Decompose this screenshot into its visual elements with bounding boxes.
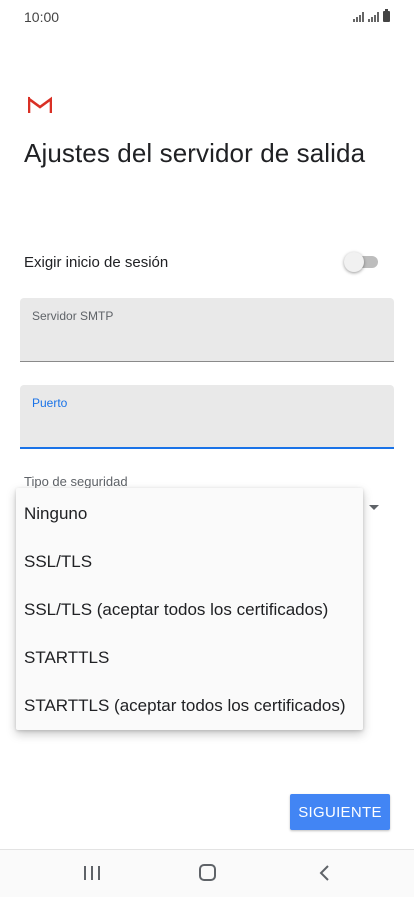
- back-icon[interactable]: [316, 864, 334, 882]
- menu-item-starttls-all-certs[interactable]: STARTTLS (aceptar todos los certificados…: [16, 682, 363, 730]
- toggle-thumb: [344, 252, 364, 272]
- menu-item-ssl-tls-all-certs[interactable]: SSL/TLS (aceptar todos los certificados): [16, 586, 363, 634]
- navigation-bar: [0, 849, 414, 897]
- smtp-server-label: Servidor SMTP: [32, 309, 114, 323]
- battery-icon: [383, 9, 390, 22]
- signal-icon: [353, 12, 364, 22]
- dropdown-arrow-icon[interactable]: [369, 505, 379, 510]
- require-login-label: Exigir inicio de sesión: [24, 254, 169, 271]
- menu-item-ninguno[interactable]: Ninguno: [16, 490, 363, 538]
- port-field[interactable]: Puerto: [20, 385, 394, 449]
- home-icon[interactable]: [199, 864, 216, 881]
- status-time: 10:00: [24, 9, 60, 25]
- page-title: Ajustes del servidor de salida: [24, 138, 366, 168]
- security-type-label: Tipo de seguridad: [24, 474, 128, 489]
- require-login-toggle[interactable]: [344, 252, 380, 272]
- status-bar: 10:00: [0, 0, 414, 34]
- menu-item-ssl-tls[interactable]: SSL/TLS: [16, 538, 363, 586]
- status-icons: [353, 9, 390, 22]
- smtp-server-field[interactable]: Servidor SMTP: [20, 298, 394, 362]
- signal-icon-2: [368, 12, 379, 22]
- require-login-row[interactable]: Exigir inicio de sesión: [24, 248, 380, 278]
- gmail-logo-icon: [28, 96, 52, 113]
- next-button[interactable]: SIGUIENTE: [290, 794, 390, 830]
- security-type-menu: Ninguno SSL/TLS SSL/TLS (aceptar todos l…: [16, 488, 363, 730]
- menu-item-starttls[interactable]: STARTTLS: [16, 634, 363, 682]
- recent-apps-icon[interactable]: [84, 866, 100, 880]
- port-label: Puerto: [32, 396, 68, 410]
